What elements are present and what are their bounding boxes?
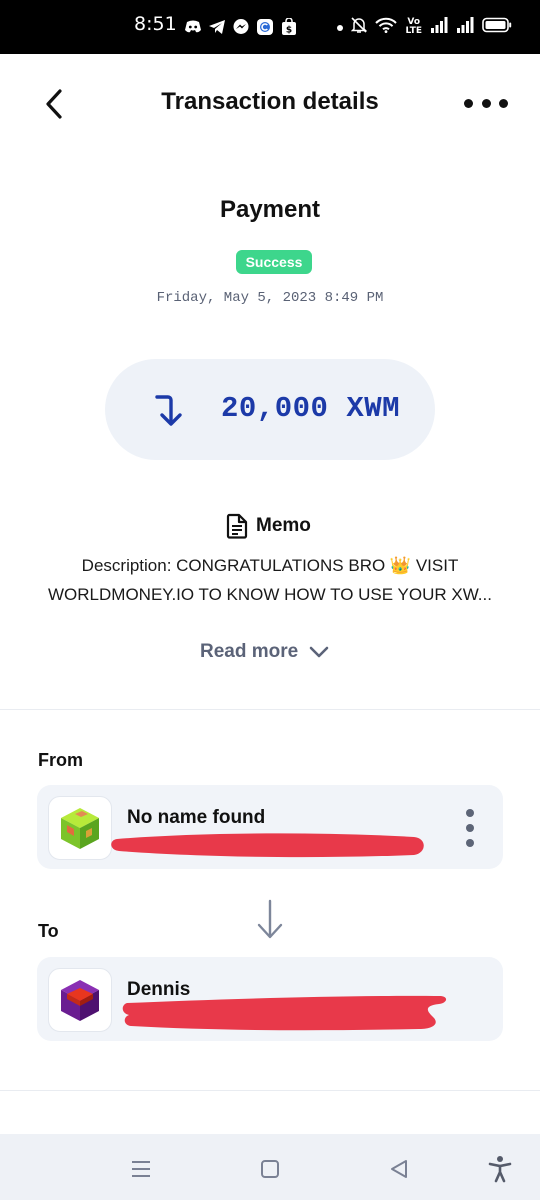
more-horizontal-icon-dot (499, 98, 508, 108)
down-arrow-icon (257, 899, 283, 939)
more-vertical-icon-dot (466, 809, 474, 817)
green-cube-avatar-icon (48, 796, 112, 860)
signal-icon (456, 16, 474, 38)
memo-line-2: WORLDMONEY.IO TO KNOW HOW TO USE YOUR XW… (48, 585, 492, 604)
transaction-type: Payment (219, 196, 321, 223)
mute-bell-icon (351, 16, 368, 39)
to-card[interactable]: Dennis (37, 957, 503, 1041)
more-vertical-icon-dot (466, 839, 474, 847)
memo-line-1: Description: CONGRATULATIONS BRO 👑 VISIT (81, 556, 459, 575)
accessibility-button[interactable] (485, 1154, 515, 1184)
incoming-arrow-icon (155, 395, 182, 426)
home-square-icon (261, 1160, 279, 1178)
discord-icon (184, 18, 202, 36)
status-time: 8:51 (134, 13, 177, 35)
system-nav-bar (0, 1134, 540, 1200)
chevron-down-icon (309, 646, 329, 658)
page-title: Transaction details (161, 88, 379, 115)
more-options-button[interactable] (464, 88, 508, 118)
signal-icon (430, 16, 448, 38)
more-vertical-icon-dot (466, 824, 474, 832)
dot-icon (337, 18, 344, 36)
more-horizontal-icon-dot (481, 98, 491, 108)
amount-pill: 20,000 XWM (105, 359, 435, 460)
more-horizontal-icon-dot (464, 98, 473, 108)
redaction-mark (122, 995, 447, 1031)
header: Transaction details (0, 54, 540, 154)
from-more-button[interactable] (465, 809, 475, 847)
status-badge: Success (236, 250, 312, 274)
status-bar: 8:51 $ Vo LTE (0, 0, 540, 54)
system-icons: Vo LTE (337, 16, 512, 38)
transaction-date: Friday, May 5, 2023 8:49 PM (156, 290, 384, 306)
messenger-icon (232, 18, 250, 36)
home-button[interactable] (255, 1154, 285, 1184)
purple-cube-avatar-icon (48, 968, 112, 1032)
from-card[interactable]: No name found (37, 785, 503, 869)
to-label: To (38, 921, 59, 941)
volte-icon: Vo LTE (405, 18, 422, 36)
app-c-icon (256, 18, 274, 36)
memo-header: Memo (226, 512, 311, 540)
memo-label: Memo (256, 515, 311, 536)
read-more-label: Read more (200, 641, 299, 662)
divider (0, 1090, 540, 1091)
volte-bottom: LTE (405, 26, 422, 36)
accessibility-icon (488, 1156, 512, 1183)
menu-icon (132, 1161, 150, 1177)
back-triangle-icon (391, 1160, 407, 1178)
telegram-icon (208, 18, 226, 36)
battery-icon (482, 17, 512, 38)
back-nav-button[interactable] (384, 1154, 414, 1184)
from-label: From (38, 750, 83, 770)
redaction-mark (111, 833, 424, 858)
shopping-bag-icon: $ (280, 18, 298, 36)
menu-button[interactable] (126, 1154, 156, 1184)
svg-text:$: $ (286, 26, 292, 36)
read-more-button[interactable]: Read more (200, 638, 330, 666)
memo-description: Description: CONGRATULATIONS BRO 👑 VISIT… (30, 551, 510, 609)
notification-icons: $ (184, 16, 298, 38)
divider (0, 709, 540, 710)
wifi-icon (375, 17, 398, 38)
document-icon (226, 513, 248, 539)
amount-value: 20,000 XWM (221, 392, 401, 425)
